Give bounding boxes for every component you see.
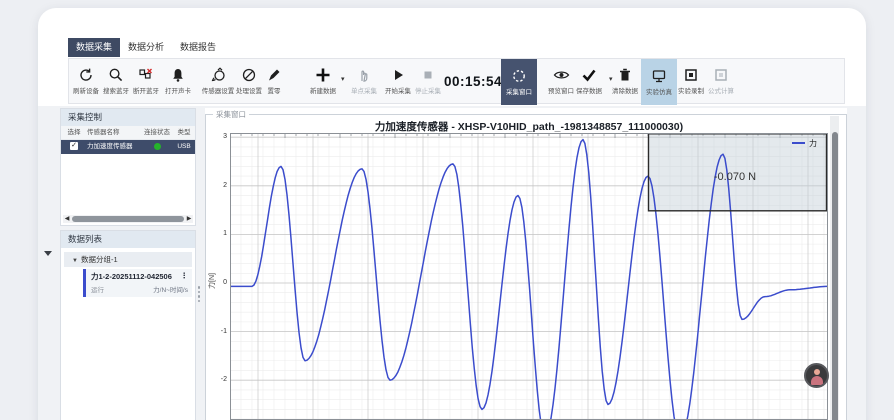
y-tick-label: -2 [213, 376, 227, 383]
scrollbar-thumb[interactable] [832, 132, 838, 420]
checkmark-icon [581, 67, 597, 83]
formula-calculation-button[interactable]: 公式计算 [700, 59, 742, 103]
assistant-avatar-button[interactable] [804, 363, 829, 388]
bell-icon [170, 67, 186, 83]
expand-triangle-icon[interactable]: ▼ [72, 258, 78, 264]
stop-icon [420, 67, 436, 83]
pointer-hand-icon [356, 67, 372, 83]
play-icon [390, 67, 406, 83]
collect-control-header: 采集控制 [61, 109, 195, 126]
tab-data-report[interactable]: 数据报告 [172, 38, 224, 57]
pen-icon [266, 67, 282, 83]
chart-vertical-scrollbar[interactable] [830, 116, 839, 420]
sensor-table-header: 选择 传感器名称 连接状态 类型 [61, 126, 195, 140]
new-data-button[interactable]: 新建数据 ▾ [302, 59, 344, 103]
data-item-status: 运行 [91, 284, 104, 294]
eye-icon [553, 67, 570, 83]
scroll-left-icon[interactable]: ◀ [63, 215, 71, 223]
dashed-circle-icon [511, 68, 527, 84]
column-select: 选择 [61, 126, 87, 139]
y-tick-label: -1 [213, 328, 227, 335]
formula-icon [713, 67, 729, 83]
waveform-plot[interactable]: -0.070 N 力 [230, 133, 828, 420]
record-frame-icon [683, 67, 699, 83]
splitter-grip[interactable] [197, 284, 201, 304]
status-dot [154, 143, 161, 150]
item-menu-icon[interactable]: ⋮ [181, 271, 189, 282]
plus-icon [314, 67, 332, 83]
app-window: 数据采集 数据分析 数据报告 刷新设备 搜索蓝牙 [38, 8, 866, 420]
sensor-type: USB [173, 140, 195, 154]
collect-control-panel: 采集控制 选择 传感器名称 连接状态 类型 ✓ 力加速度传感器 USB ◀ ▶ [60, 108, 196, 226]
avatar-head [814, 369, 820, 375]
collect-window-panel: 采集窗口 力加速度传感器 - XHSP-V10HID_path_-1981348… [205, 108, 847, 420]
collect-window-button[interactable]: 采集窗口 [501, 59, 537, 105]
chart-title: 力加速度传感器 - XHSP-V10HID_path_-1981348857_1… [230, 119, 828, 134]
trash-icon [617, 67, 633, 83]
simulation-icon [651, 68, 667, 84]
data-list-header: 数据列表 [61, 231, 195, 248]
data-item-axes: 力/N~时间/s [153, 284, 188, 294]
refresh-icon [78, 67, 94, 83]
y-tick-label: 3 [213, 133, 227, 140]
chart-fieldset-label: 采集窗口 [213, 109, 249, 120]
y-axis-title: 力[N] [207, 273, 217, 289]
y-tick-label: 2 [213, 182, 227, 189]
data-item-title: 力1-2-20251112-042506 [91, 271, 172, 282]
scrollbar-thumb[interactable] [72, 216, 184, 222]
tab-data-collect[interactable]: 数据采集 [68, 38, 120, 57]
column-type: 类型 [173, 126, 195, 139]
column-sensor-name: 传感器名称 [87, 126, 141, 139]
data-list-item[interactable]: 力1-2-20251112-042506 ⋮ 运行 力/N~时间/s [83, 269, 192, 297]
main-toolbar: 刷新设备 搜索蓝牙 断开蓝牙 [68, 58, 845, 104]
clear-data-button[interactable]: 清除数据 [604, 59, 646, 103]
annotation-value: -0.070 N [714, 171, 756, 183]
avatar-body [811, 376, 823, 385]
elapsed-timer: 00:15:54 [446, 59, 500, 103]
tab-data-analysis[interactable]: 数据分析 [120, 38, 172, 57]
legend-label: 力 [809, 138, 817, 148]
desktop: 数据采集 数据分析 数据报告 刷新设备 搜索蓝牙 [0, 0, 894, 420]
sensor-name: 力加速度传感器 [87, 140, 141, 154]
sensor-settings-icon [210, 67, 226, 83]
sensor-row[interactable]: ✓ 力加速度传感器 USB [61, 140, 195, 154]
sidebar-collapse-icon[interactable] [44, 251, 52, 256]
sensor-checkbox[interactable]: ✓ [70, 142, 78, 150]
open-soundcard-button[interactable]: 打开声卡 [157, 59, 199, 103]
set-zero-button[interactable]: 置零 [255, 59, 293, 103]
scroll-right-icon[interactable]: ▶ [185, 215, 193, 223]
data-list-panel: 数据列表 ▼数据分组-1 力1-2-20251112-042506 ⋮ 运行 力… [60, 230, 196, 420]
data-group-row[interactable]: ▼数据分组-1 [64, 252, 192, 267]
column-connection-status: 连接状态 [141, 126, 173, 139]
horizontal-scrollbar[interactable]: ◀ ▶ [63, 215, 193, 223]
bluetooth-disconnect-icon [138, 67, 154, 83]
stop-collect-button[interactable]: 停止采集 [407, 59, 449, 103]
y-tick-label: 1 [213, 230, 227, 237]
search-icon [108, 67, 124, 83]
